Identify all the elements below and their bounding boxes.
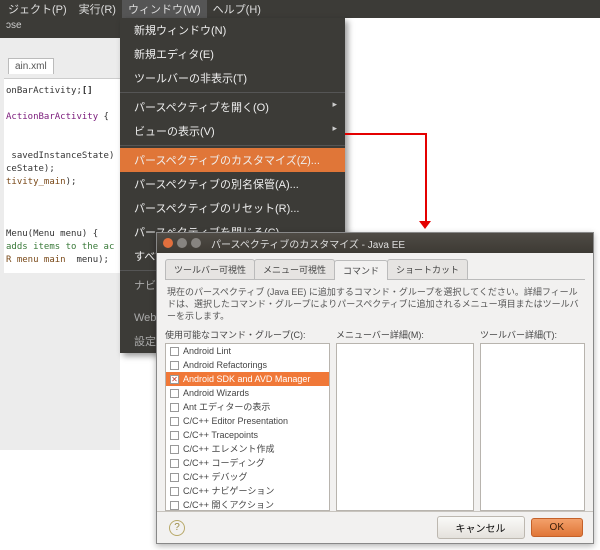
list-item-label: Android Wizards	[183, 387, 249, 399]
toolbar-detail-label: ツールバー詳細(T):	[480, 328, 585, 343]
list-item-label: C/C++ デバッグ	[183, 471, 248, 483]
dialog-columns: 使用可能なコマンド・グループ(C): Android Lint Android R…	[165, 328, 585, 511]
list-item-label: C/C++ コーディング	[183, 457, 265, 469]
callout-arrow-head	[419, 221, 431, 229]
list-item-label: C/C++ 開くアクション	[183, 499, 274, 511]
checkbox[interactable]	[170, 389, 179, 398]
dialog-tabs: ツールバー可視性 メニュー可視性 コマンド ショートカット	[165, 259, 585, 280]
callout-arrow	[425, 133, 427, 223]
list-item[interactable]: Ant エディターの表示	[166, 400, 329, 414]
ok-button[interactable]: OK	[531, 518, 583, 537]
groups-list[interactable]: Android Lint Android Refactorings Android …	[165, 343, 330, 511]
cancel-button[interactable]: キャンセル	[437, 516, 525, 539]
checkbox[interactable]	[170, 473, 179, 482]
menu-item[interactable]: 新規エディタ(E)	[120, 42, 345, 66]
menu-item[interactable]: ツールバーの非表示(T)	[120, 66, 345, 90]
menu-separator	[120, 145, 345, 146]
menu-detail-column: メニューバー詳細(M):	[336, 328, 474, 511]
checkbox[interactable]	[170, 445, 179, 454]
menubar: ジェクト(P) 実行(R) ウィンドウ(W) ヘルプ(H)	[0, 0, 600, 18]
list-item-label: C/C++ ナビゲーション	[183, 485, 274, 497]
list-item[interactable]: Android Lint	[166, 344, 329, 358]
menu-project[interactable]: ジェクト(P)	[2, 0, 73, 19]
list-item[interactable]: Android Wizards	[166, 386, 329, 400]
list-item[interactable]: Android Refactorings	[166, 358, 329, 372]
dialog-title: パースペクティブのカスタマイズ - Java EE	[211, 236, 405, 251]
maximize-icon[interactable]	[191, 238, 201, 248]
tab-command[interactable]: コマンド	[334, 260, 388, 280]
list-item-label: C/C++ Tracepoints	[183, 429, 258, 441]
checkbox[interactable]	[170, 375, 179, 384]
tab-menu-visibility[interactable]: メニュー可視性	[254, 259, 335, 279]
checkbox[interactable]	[170, 361, 179, 370]
toolbar-detail-column: ツールバー詳細(T):	[480, 328, 585, 511]
list-item[interactable]: C/C++ 開くアクション	[166, 498, 329, 511]
close-icon[interactable]	[163, 238, 173, 248]
list-item-label: Android Lint	[183, 345, 231, 357]
minimize-icon[interactable]	[177, 238, 187, 248]
list-item[interactable]: Android SDK and AVD Manager	[166, 372, 329, 386]
checkbox[interactable]	[170, 403, 179, 412]
menu-separator	[120, 92, 345, 93]
menu-item[interactable]: パースペクティブの別名保管(A)...	[120, 172, 345, 196]
list-item-label: C/C++ エレメント作成	[183, 443, 275, 455]
menu-detail-label: メニューバー詳細(M):	[336, 328, 474, 343]
dialog-body: ツールバー可視性 メニュー可視性 コマンド ショートカット 現在のパースペクティ…	[157, 253, 593, 511]
editor-tab[interactable]: ain.xml	[8, 58, 54, 74]
menu-item[interactable]: パースペクティブのリセット(R)...	[120, 196, 345, 220]
callout-arrow	[345, 133, 425, 135]
toolbar-fragment: ɔse	[0, 18, 120, 38]
menu-help[interactable]: ヘルプ(H)	[207, 0, 267, 19]
help-icon[interactable]: ?	[169, 520, 185, 536]
checkbox[interactable]	[170, 431, 179, 440]
checkbox[interactable]	[170, 347, 179, 356]
list-item[interactable]: C/C++ エレメント作成	[166, 442, 329, 456]
groups-column: 使用可能なコマンド・グループ(C): Android Lint Android R…	[165, 328, 330, 511]
list-item-label: Ant エディターの表示	[183, 401, 270, 413]
customize-perspective-dialog: パースペクティブのカスタマイズ - Java EE ツールバー可視性 メニュー可…	[156, 232, 594, 544]
dialog-button-row: ? キャンセル OK	[157, 511, 593, 543]
list-item[interactable]: C/C++ Tracepoints	[166, 428, 329, 442]
list-item[interactable]: C/C++ デバッグ	[166, 470, 329, 484]
menu-detail-list[interactable]	[336, 343, 474, 511]
list-item[interactable]: C/C++ Editor Presentation	[166, 414, 329, 428]
menu-run[interactable]: 実行(R)	[73, 0, 122, 19]
list-item[interactable]: C/C++ ナビゲーション	[166, 484, 329, 498]
menu-item[interactable]: パースペクティブを開く(O)	[120, 95, 345, 119]
checkbox[interactable]	[170, 459, 179, 468]
list-item-label: C/C++ Editor Presentation	[183, 415, 288, 427]
menu-item[interactable]: ビューの表示(V)	[120, 119, 345, 143]
toolbar-detail-list[interactable]	[480, 343, 585, 511]
tab-toolbar-visibility[interactable]: ツールバー可視性	[165, 259, 255, 279]
groups-label: 使用可能なコマンド・グループ(C):	[165, 328, 330, 343]
menu-window[interactable]: ウィンドウ(W)	[122, 0, 207, 19]
list-item-label: Android SDK and AVD Manager	[183, 373, 310, 385]
dialog-titlebar: パースペクティブのカスタマイズ - Java EE	[157, 233, 593, 253]
checkbox[interactable]	[170, 487, 179, 496]
list-item-label: Android Refactorings	[183, 359, 267, 371]
menu-item[interactable]: 新規ウィンドウ(N)	[120, 18, 345, 42]
list-item[interactable]: C/C++ コーディング	[166, 456, 329, 470]
dialog-description: 現在のパースペクティブ (Java EE) に追加するコマンド・グループを選択し…	[165, 280, 585, 328]
tab-shortcut[interactable]: ショートカット	[387, 259, 468, 279]
checkbox[interactable]	[170, 501, 179, 510]
checkbox[interactable]	[170, 417, 179, 426]
menu-item[interactable]: パースペクティブのカスタマイズ(Z)...	[120, 148, 345, 172]
